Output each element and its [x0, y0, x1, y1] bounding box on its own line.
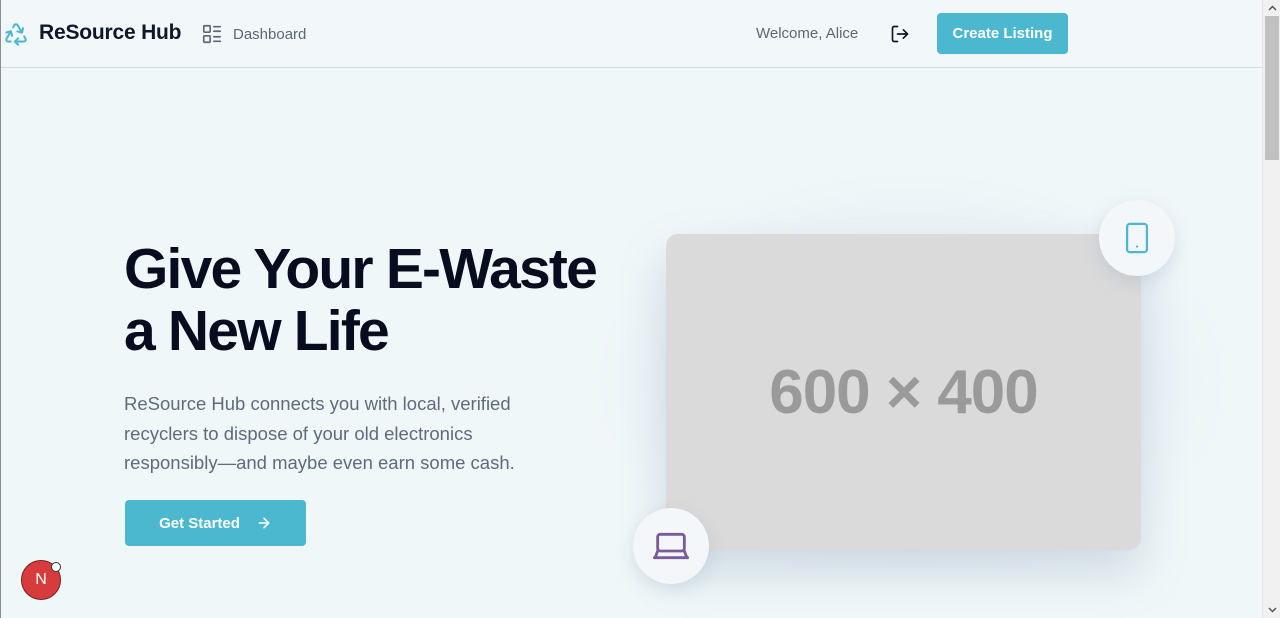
get-started-label: Get Started — [159, 514, 240, 532]
welcome-text: Welcome, Alice — [756, 25, 859, 42]
page-viewport: ReSource Hub Dashboard Welcome, Alice Cr… — [0, 0, 1262, 618]
create-listing-button[interactable]: Create Listing — [937, 13, 1068, 54]
hero-image-placeholder: 600 × 400 — [666, 234, 1141, 550]
hero-description: ReSource Hub connects you with local, ve… — [124, 393, 515, 473]
smartphone-badge — [1099, 200, 1175, 276]
scroll-thumb[interactable] — [1265, 16, 1279, 160]
brand-name[interactable]: ReSource Hub — [39, 21, 181, 45]
chevron-up-icon — [1268, 5, 1276, 11]
scroll-up-arrow[interactable] — [1263, 0, 1280, 16]
chevron-down-icon — [1268, 607, 1276, 613]
logout-icon[interactable] — [890, 24, 910, 44]
nav-dashboard-link[interactable]: Dashboard — [201, 22, 306, 46]
get-started-button[interactable]: Get Started — [125, 500, 306, 546]
top-navbar: ReSource Hub Dashboard Welcome, Alice Cr… — [1, 0, 1262, 68]
recycle-icon — [5, 23, 27, 46]
smartphone-icon — [1125, 222, 1149, 254]
nav-dashboard-label: Dashboard — [233, 25, 307, 43]
scroll-down-arrow[interactable] — [1263, 602, 1280, 618]
laptop-icon — [652, 532, 690, 560]
dashboard-icon — [202, 24, 222, 44]
placeholder-dimensions: 600 × 400 — [769, 357, 1039, 427]
arrow-right-icon — [258, 517, 270, 529]
dev-indicator-status-dot — [51, 562, 61, 572]
dev-indicator-letter: N — [35, 571, 47, 588]
hero-title: Give Your E-Waste a New Life — [124, 237, 598, 363]
laptop-badge — [633, 508, 709, 584]
vertical-scrollbar[interactable] — [1262, 0, 1280, 618]
